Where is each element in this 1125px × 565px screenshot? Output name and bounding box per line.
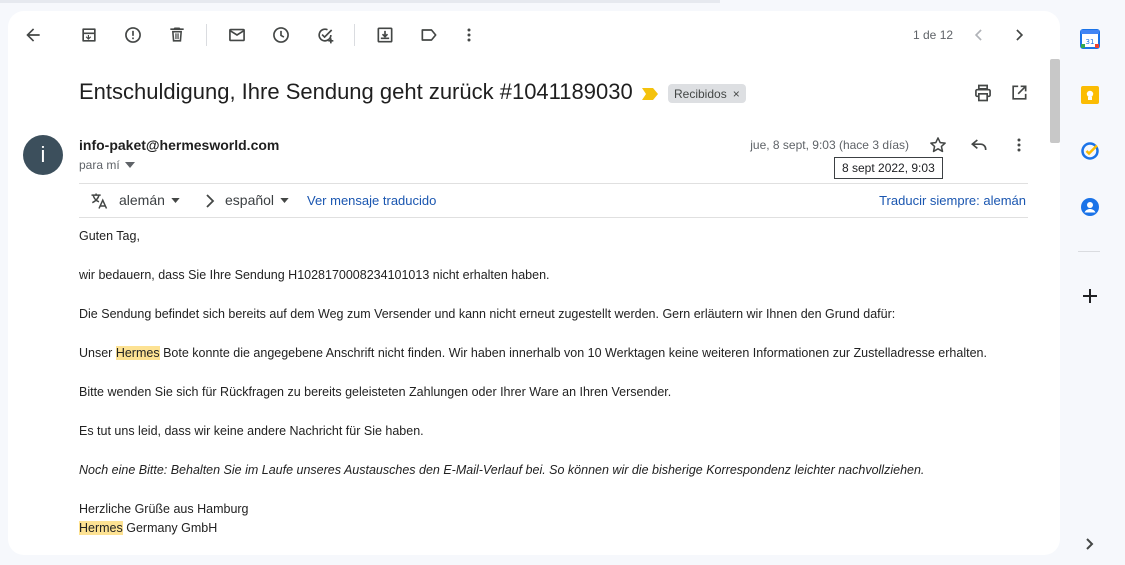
view-translated-link[interactable]: Ver mensaje traducido	[307, 193, 436, 208]
snooze-button[interactable]	[265, 19, 297, 51]
plus-icon	[1083, 289, 1097, 303]
body-greeting: Guten Tag,	[79, 229, 140, 243]
chevron-right-icon	[1086, 538, 1094, 550]
body-signature: Hermes Germany GmbH	[79, 519, 1039, 538]
body-paragraph: Unser Hermes Bote konnte die angegebene …	[79, 344, 1039, 363]
older-button[interactable]	[1003, 19, 1035, 51]
chevron-right-icon	[1016, 29, 1024, 41]
remove-label-button[interactable]: ×	[733, 87, 740, 101]
always-translate-link[interactable]: Traducir siempre: alemán	[879, 193, 1026, 208]
search-highlight: Hermes	[115, 346, 160, 360]
mark-unread-button[interactable]	[221, 19, 253, 51]
side-panel-divider	[1078, 251, 1100, 252]
recipient-details[interactable]: para mí	[79, 158, 135, 172]
label-chip-inbox: Recibidos ×	[668, 84, 746, 103]
search-highlight: Hermes	[79, 521, 123, 535]
expand-panel-button[interactable]	[1076, 530, 1104, 558]
delete-icon	[170, 27, 184, 42]
body-text: Bote konnte die angegebene Anschrift nic…	[159, 346, 987, 360]
reply-icon	[971, 139, 987, 150]
date-tooltip: 8 sept 2022, 9:03	[834, 157, 943, 179]
target-language-select[interactable]: español	[225, 192, 289, 208]
add-task-icon	[318, 28, 334, 44]
caret-down-icon	[171, 197, 180, 203]
toolbar-separator	[206, 24, 207, 46]
body-paragraph: Die Sendung befindet sich bereits auf de…	[79, 307, 896, 321]
target-language-label: español	[225, 192, 275, 208]
print-icon	[975, 84, 991, 102]
chevron-left-icon	[974, 29, 982, 41]
more-vert-icon	[467, 28, 471, 42]
email-body: Guten Tag, wir bedauern, dass Sie Ihre S…	[79, 227, 1039, 538]
contacts-app-button[interactable]	[1076, 193, 1104, 221]
add-task-button[interactable]	[309, 19, 341, 51]
chevron-right-icon	[206, 194, 215, 208]
message-view: 1 de 12 Entschuldigung, Ihre Sendung geh…	[8, 11, 1060, 555]
recipient-label: para mí	[79, 158, 120, 172]
back-button[interactable]	[17, 19, 49, 51]
report-spam-icon	[125, 27, 141, 43]
message-more-button[interactable]	[1003, 129, 1035, 161]
body-text: Germany GmbH	[122, 521, 218, 535]
tasks-app-button[interactable]	[1076, 137, 1104, 165]
translation-bar: alemán español Ver mensaje traducido Tra…	[79, 183, 1028, 218]
more-options-button[interactable]	[453, 19, 485, 51]
open-in-new-icon	[1012, 85, 1027, 100]
toolbar-separator	[354, 24, 355, 46]
body-paragraph: Es tut uns leid, dass wir keine andere N…	[79, 424, 424, 438]
label-icon	[421, 29, 437, 41]
clock-icon	[273, 27, 289, 43]
translate-icon	[91, 193, 108, 209]
pagination-count: 1 de 12	[913, 28, 954, 42]
top-divider	[0, 0, 720, 3]
scrollbar-thumb[interactable]	[1050, 59, 1060, 143]
star-icon	[930, 137, 946, 153]
contacts-icon	[1081, 198, 1099, 216]
body-closing: Herzliche Grüße aus Hamburg	[79, 502, 249, 516]
email-subject: Entschuldigung, Ihre Sendung geht zurück…	[79, 79, 633, 104]
email-date: jue, 8 sept, 9:03 (hace 3 días)	[750, 138, 909, 152]
labels-button[interactable]	[413, 19, 445, 51]
reply-button[interactable]	[963, 129, 995, 161]
newer-button[interactable]	[963, 19, 995, 51]
side-panel: 31	[1062, 0, 1125, 565]
calendar-icon: 31	[1080, 29, 1100, 49]
more-vert-icon	[1017, 138, 1021, 152]
move-to-button[interactable]	[369, 19, 401, 51]
caret-down-icon	[124, 162, 135, 168]
sender-avatar[interactable]: i	[23, 135, 63, 175]
keep-app-button[interactable]	[1076, 81, 1104, 109]
archive-button[interactable]	[73, 19, 105, 51]
tasks-icon	[1081, 142, 1099, 160]
add-addon-button[interactable]	[1076, 282, 1104, 310]
delete-button[interactable]	[161, 19, 193, 51]
body-text: Unser	[79, 346, 116, 360]
report-spam-button[interactable]	[117, 19, 149, 51]
body-paragraph: Bitte wenden Sie sich für Rückfragen zu …	[79, 385, 672, 399]
caret-down-icon	[280, 197, 289, 203]
body-paragraph: Noch eine Bitte: Behalten Sie im Laufe u…	[79, 463, 925, 477]
keep-icon	[1081, 86, 1099, 104]
source-language-select[interactable]: alemán	[119, 192, 180, 208]
open-new-window-button[interactable]	[1003, 77, 1035, 109]
label-chip-text: Recibidos	[674, 86, 727, 101]
arrow-back-icon	[26, 28, 40, 42]
body-paragraph: wir bedauern, dass Sie Ihre Sendung H102…	[79, 268, 550, 282]
mail-icon	[229, 28, 245, 42]
move-to-icon	[377, 27, 393, 43]
print-button[interactable]	[967, 77, 999, 109]
source-language-label: alemán	[119, 192, 165, 208]
importance-marker-icon[interactable]	[642, 87, 658, 105]
sender-email[interactable]: info-paket@hermesworld.com	[79, 137, 279, 153]
calendar-app-button[interactable]: 31	[1076, 25, 1104, 53]
archive-icon	[82, 28, 96, 42]
calendar-day: 31	[1086, 38, 1095, 46]
